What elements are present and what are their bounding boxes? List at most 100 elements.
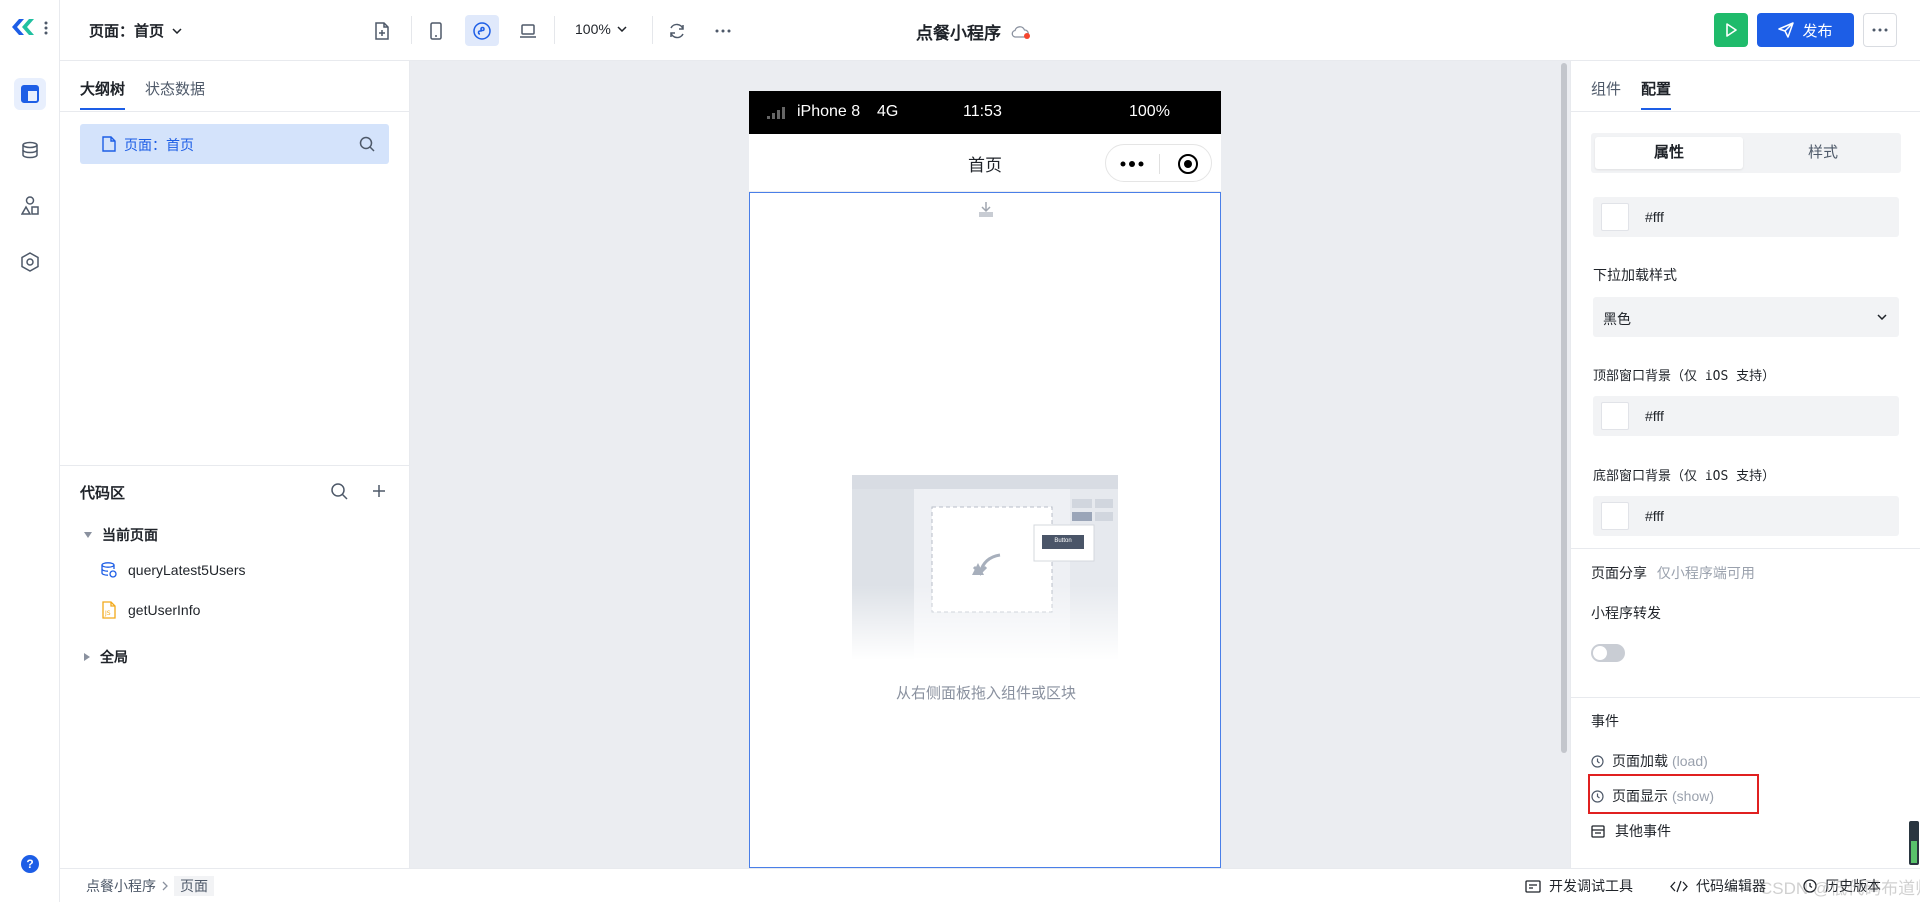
app-title-area: 点餐小程序 <box>916 19 1030 44</box>
color-swatch[interactable] <box>1601 502 1629 530</box>
publish-label: 发布 <box>1802 22 1833 40</box>
time-label: 11:53 <box>963 103 1002 120</box>
top-window-bg-label: 顶部窗口背景（仅 iOS 支持） <box>1593 369 1776 384</box>
network-label: 4G <box>877 103 899 120</box>
database-icon[interactable] <box>14 134 46 166</box>
event-code: (load) <box>1672 753 1708 769</box>
more-actions-button[interactable] <box>1863 13 1897 47</box>
canvas-scrollbar[interactable] <box>1561 63 1567 753</box>
search-icon[interactable] <box>330 482 348 500</box>
miniprogram-device-icon[interactable] <box>465 15 499 46</box>
tab-active-indicator <box>1641 108 1671 110</box>
dev-tools-button[interactable]: 开发调试工具 <box>1525 876 1633 896</box>
capsule-menu[interactable] <box>1105 144 1212 182</box>
more-vertical-icon[interactable] <box>44 20 48 36</box>
search-icon[interactable] <box>359 136 375 152</box>
forward-toggle[interactable] <box>1591 644 1625 662</box>
event-load[interactable]: 页面加载 (load) <box>1591 751 1708 771</box>
dev-tools-label: 开发调试工具 <box>1549 878 1633 894</box>
bottom-window-bg-label: 底部窗口背景（仅 iOS 支持） <box>1593 469 1776 484</box>
outline-layout-icon[interactable] <box>14 78 46 110</box>
tab-outline[interactable]: 大纲树 <box>80 78 125 99</box>
caret-right-icon <box>84 653 90 661</box>
right-panel: 组件 配置 属性 样式 #fff 下拉加载样式 黑色 顶部窗口背景（仅 iOS … <box>1570 61 1920 868</box>
database-query-icon <box>101 562 117 578</box>
close-target-icon[interactable] <box>1177 153 1199 175</box>
phone-status-bar: iPhone 8 4G 11:53 100% <box>749 91 1221 134</box>
clock-icon <box>1591 754 1604 768</box>
publish-button[interactable]: 发布 <box>1757 13 1854 47</box>
add-page-icon[interactable] <box>365 15 399 46</box>
clock-icon <box>1591 789 1604 803</box>
send-icon <box>1778 22 1795 38</box>
pull-style-label: 下拉加载样式 <box>1593 267 1677 283</box>
outline-item-label: 页面：首页 <box>124 137 194 153</box>
top-toolbar: 页面：首页 100% 点餐小程序 发布 <box>60 0 1920 61</box>
signal-icon <box>767 107 785 119</box>
color-swatch[interactable] <box>1601 203 1629 231</box>
code-item-query[interactable]: queryLatest5Users <box>100 561 246 579</box>
zoom-value: 100% <box>575 21 611 37</box>
app-title: 点餐小程序 <box>916 24 1001 43</box>
event-code: (show) <box>1672 788 1715 804</box>
event-show[interactable]: 页面显示 (show) <box>1591 786 1714 806</box>
empty-canvas-hint: 从右侧面板拖入组件或区块 <box>895 685 1076 702</box>
components-shapes-icon[interactable] <box>14 190 46 222</box>
code-item-label: queryLatest5Users <box>128 562 246 578</box>
more-horizontal-icon[interactable] <box>706 15 740 46</box>
run-preview-button[interactable] <box>1714 13 1748 47</box>
app-logo-icon[interactable] <box>10 16 36 38</box>
events-title: 事件 <box>1591 713 1619 729</box>
play-icon <box>1726 23 1737 37</box>
tab-active-indicator <box>80 108 125 110</box>
download-drop-icon <box>979 202 993 217</box>
outline-item-page[interactable]: 页面：首页 <box>80 124 389 164</box>
color-swatch[interactable] <box>1601 402 1629 430</box>
desktop-device-icon[interactable] <box>511 15 545 46</box>
code-editor-button[interactable]: 代码编辑器 <box>1670 876 1766 896</box>
settings-hexagon-icon[interactable] <box>14 246 46 278</box>
help-icon[interactable]: ? <box>21 855 39 873</box>
mobile-device-icon[interactable] <box>419 15 453 46</box>
page-content-area[interactable]: Button 从右侧面板拖入组件或区块 <box>749 192 1221 868</box>
calendar-icon <box>1591 825 1605 838</box>
pull-style-value: 黑色 <box>1603 311 1631 327</box>
zoom-selector[interactable]: 100% <box>575 21 627 37</box>
top-color-field[interactable]: #fff <box>1593 197 1899 237</box>
breadcrumb-app[interactable]: 点餐小程序 <box>86 876 156 896</box>
chevron-down-icon <box>617 26 627 32</box>
page-selector[interactable]: 页面：首页 <box>89 20 182 41</box>
breadcrumb-page[interactable]: 页面 <box>174 876 214 896</box>
other-events[interactable]: 其他事件 <box>1591 821 1671 841</box>
more-dots-icon[interactable] <box>1120 161 1144 167</box>
left-panel: 大纲树 状态数据 页面：首页 代码区 当前页面 queryLatest5User… <box>60 61 410 868</box>
more-horizontal-icon <box>1872 28 1888 32</box>
forward-label: 小程序转发 <box>1591 605 1661 621</box>
code-section-title: 代码区 <box>80 485 126 502</box>
share-note: 仅小程序端可用 <box>1656 565 1755 581</box>
global-group[interactable]: 全局 <box>84 647 128 667</box>
top-window-bg-field[interactable]: #fff <box>1593 396 1899 436</box>
console-icon <box>1525 879 1541 893</box>
segment-properties[interactable]: 属性 <box>1595 137 1743 169</box>
phone-nav-bar: 首页 <box>749 134 1221 192</box>
add-icon[interactable] <box>371 483 387 499</box>
top-window-bg-value: #fff <box>1645 408 1664 424</box>
segment-style[interactable]: 样式 <box>1749 137 1897 169</box>
bottom-window-bg-field[interactable]: #fff <box>1593 496 1899 536</box>
tab-state-data[interactable]: 状态数据 <box>145 78 205 99</box>
drag-illustration: Button <box>852 475 1118 660</box>
tab-components[interactable]: 组件 <box>1591 78 1621 99</box>
tab-config[interactable]: 配置 <box>1641 78 1671 99</box>
refresh-icon[interactable] <box>660 15 694 46</box>
code-item-js[interactable]: JS getUserInfo <box>100 601 200 619</box>
js-file-icon: JS <box>102 601 116 619</box>
code-icon <box>1670 880 1688 892</box>
global-label: 全局 <box>100 649 128 665</box>
page-selector-label: 页面：首页 <box>89 23 165 40</box>
level-meter <box>1909 821 1919 865</box>
current-page-group[interactable]: 当前页面 <box>84 525 158 545</box>
code-item-label: getUserInfo <box>128 602 201 618</box>
pull-style-select[interactable]: 黑色 <box>1593 297 1899 337</box>
breadcrumb: 点餐小程序 页面 <box>86 876 214 896</box>
